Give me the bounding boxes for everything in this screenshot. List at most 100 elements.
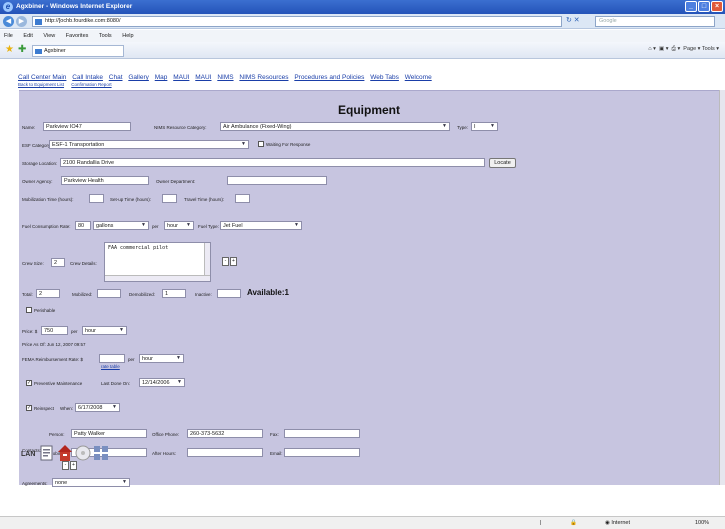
textarea-scrollbar-h[interactable] — [105, 275, 210, 281]
add-favorite-icon[interactable]: ✚ — [18, 44, 26, 55]
last-done-select[interactable]: 12/14/2006 ▼ — [139, 378, 185, 387]
storage-field[interactable]: 2100 Randallia Drive — [60, 158, 485, 167]
fuel-type-select[interactable]: Jet Fuel ▼ — [220, 221, 302, 230]
per-unit-select[interactable]: hour ▼ — [164, 221, 194, 230]
fema-unit-select[interactable]: hour ▼ — [139, 354, 184, 363]
demobilized-field[interactable]: 1 — [162, 289, 186, 298]
nav-call-intake[interactable]: Call Intake — [72, 74, 103, 81]
menu-help[interactable]: Help — [122, 33, 133, 39]
page-content: Call Center Main Call Intake Chat Galler… — [0, 60, 725, 487]
menu-favorites[interactable]: Favorites — [66, 33, 89, 39]
name-field[interactable]: Parkview IO47 — [43, 122, 131, 131]
command-tools[interactable]: Page ▾ Tools ▾ — [683, 46, 719, 52]
mobilization-field[interactable] — [89, 194, 104, 203]
nav-web-tabs[interactable]: Web Tabs — [370, 74, 399, 81]
email-field[interactable] — [284, 448, 360, 457]
print-icon[interactable]: ⎙ ▾ — [672, 46, 681, 52]
nav-maui-2[interactable]: MAUI — [195, 74, 211, 81]
owner-agency-field[interactable]: Parkview Health — [61, 176, 149, 185]
url-text: http://[ochb.fourdike.com:8080/ — [45, 18, 121, 24]
forward-icon[interactable]: ▶ — [16, 16, 27, 27]
waiting-checkbox[interactable] — [258, 141, 264, 147]
fax-field[interactable] — [284, 429, 360, 438]
nav-gallery[interactable]: Gallery — [128, 74, 149, 81]
person-field[interactable]: Patty Walker — [71, 429, 147, 438]
tab-title: Agxbiner — [44, 48, 66, 54]
rate-table-link[interactable]: rate table — [101, 364, 120, 369]
lan-label: LAN — [21, 451, 36, 458]
fema-field[interactable] — [99, 354, 125, 363]
crew-minus-button[interactable]: - — [222, 257, 229, 266]
total-field[interactable]: 2 — [36, 289, 60, 298]
nav-nims[interactable]: NIMS — [217, 74, 233, 81]
preventive-maintenance-checkbox[interactable]: ✓ — [26, 380, 32, 386]
document-icon[interactable] — [39, 442, 55, 464]
main-nav: Call Center Main Call Intake Chat Galler… — [18, 74, 436, 81]
nav-procedures[interactable]: Procedures and Policies — [294, 74, 364, 81]
zoom-level[interactable]: 100% — [695, 520, 709, 526]
favorites-star-icon[interactable]: ★ — [5, 44, 14, 55]
minimize-icon[interactable]: _ — [685, 1, 697, 12]
price-unit-select[interactable]: hour ▼ — [82, 326, 127, 335]
tab-bar: ★ ✚ Agxbiner ⌂ ▾ ▣ ▾ ⎙ ▾ Page ▾ Tools ▾ — [0, 42, 725, 59]
menu-file[interactable]: File — [4, 33, 13, 39]
menu-view[interactable]: View — [43, 33, 55, 39]
menu-edit[interactable]: Edit — [23, 33, 32, 39]
inactive-field[interactable] — [217, 289, 241, 298]
type-select[interactable]: I ▼ — [471, 122, 498, 131]
perishable-checkbox[interactable] — [26, 307, 32, 313]
crew-size-field[interactable]: 2 — [51, 258, 65, 267]
window-title: Agxbiner - Windows Internet Explorer — [16, 3, 133, 10]
home-hospital-icon[interactable] — [57, 442, 73, 464]
when-select[interactable]: 6/17/2008 ▼ — [75, 403, 120, 412]
setup-field[interactable] — [162, 194, 177, 203]
browser-tab[interactable]: Agxbiner — [32, 45, 124, 57]
url-field[interactable]: http://[ochb.fourdike.com:8080/ — [32, 16, 562, 27]
mobilized-field[interactable] — [97, 289, 121, 298]
agreements-select[interactable]: none ▼ — [52, 478, 130, 487]
fema-label: FEMA Reimbursement Rate: $ — [22, 357, 84, 362]
confirmation-report-link[interactable]: Confirmation Report — [71, 82, 111, 87]
lock-icon: 🔒 — [570, 520, 577, 526]
nav-chat[interactable]: Chat — [109, 74, 123, 81]
nims-category-select[interactable]: Air Ambulance (Fixed-Wing) ▼ — [220, 122, 450, 131]
close-icon[interactable]: × — [711, 1, 723, 12]
nav-welcome[interactable]: Welcome — [405, 74, 432, 81]
person-label: Person: — [49, 432, 65, 437]
travel-field[interactable] — [235, 194, 250, 203]
locate-button[interactable]: Locate — [489, 158, 516, 168]
esf-select[interactable]: ESF-1 Transportation ▼ — [49, 140, 249, 149]
search-input[interactable]: Google — [595, 16, 715, 27]
command-bar[interactable]: ⌂ ▾ ▣ ▾ ⎙ ▾ Page ▾ Tools ▾ — [648, 46, 719, 53]
fuel-type-label: Fuel Type: — [198, 224, 219, 229]
page-scrollbar[interactable] — [719, 90, 725, 485]
maximize-icon[interactable]: □ — [698, 1, 710, 12]
chevron-down-icon: ▼ — [490, 123, 495, 129]
crew-plus-button[interactable]: + — [230, 257, 237, 266]
grid-icon[interactable] — [93, 442, 109, 464]
crew-details-textarea[interactable]: FAA commercial pilot — [104, 242, 211, 282]
fema-unit-value: hour — [142, 356, 154, 362]
fuel-unit-select[interactable]: gallons ▼ — [93, 221, 149, 230]
search-placeholder: Google — [599, 18, 617, 24]
nav-maui-1[interactable]: MAUI — [173, 74, 189, 81]
feeds-icon[interactable]: ▣ ▾ — [659, 46, 669, 52]
home-icon[interactable]: ⌂ ▾ — [648, 46, 656, 52]
back-icon[interactable]: ◀ — [3, 16, 14, 27]
price-field[interactable]: 750 — [41, 326, 68, 335]
office-phone-field[interactable]: 260-373-5632 — [187, 429, 263, 438]
owner-dept-field[interactable] — [227, 176, 327, 185]
crew-size-label: Crew Size: — [22, 261, 44, 266]
reinspect-checkbox[interactable]: ✓ — [26, 405, 32, 411]
esf-label: ESF Category: — [22, 143, 52, 148]
fuel-rate-field[interactable]: 80 — [75, 221, 91, 230]
refresh-icon[interactable]: ↻ ✕ — [566, 16, 588, 27]
back-to-equipment-link[interactable]: Back to Equipment List — [18, 82, 64, 87]
esf-value: ESF-1 Transportation — [52, 142, 105, 148]
nav-nims-resources[interactable]: NIMS Resources — [239, 74, 288, 81]
chevron-down-icon: ▼ — [442, 123, 447, 129]
menu-tools[interactable]: Tools — [99, 33, 112, 39]
nav-map[interactable]: Map — [155, 74, 168, 81]
nav-call-center-main[interactable]: Call Center Main — [18, 74, 66, 81]
disc-icon[interactable] — [75, 442, 91, 464]
